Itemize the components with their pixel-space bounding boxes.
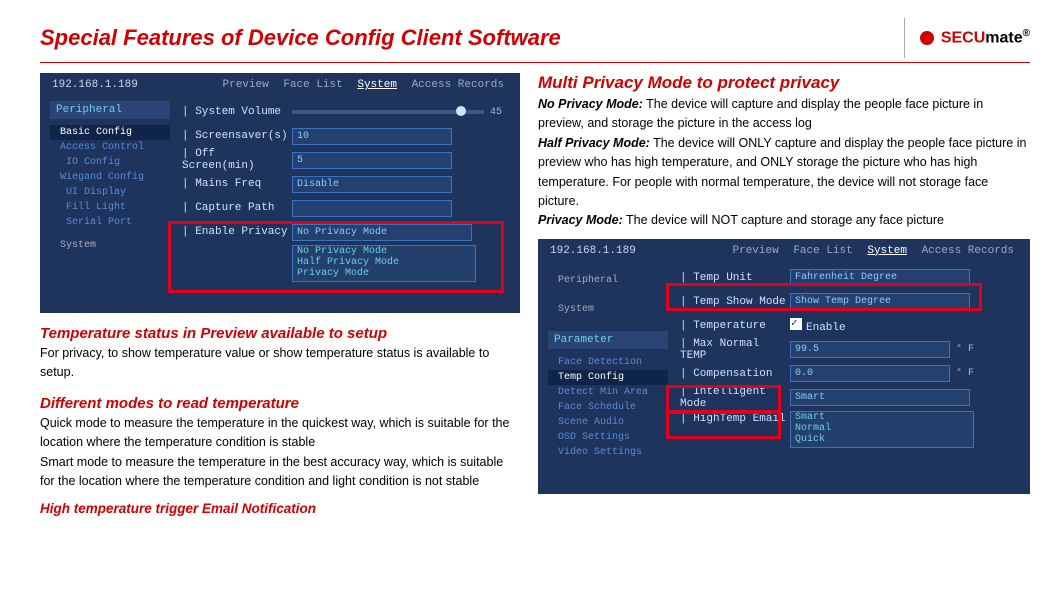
sidebar-item-fill[interactable]: Fill Light	[50, 200, 170, 215]
app-tabs: Preview Face List System Access Records	[219, 79, 509, 91]
highlight-hightemp-email	[666, 411, 781, 439]
intel-option[interactable]: Quick	[795, 434, 969, 445]
sidebar-item-access[interactable]: Access Control	[50, 140, 170, 155]
app-ip: 192.168.1.189	[52, 79, 138, 91]
label-volume: System Volume	[182, 106, 292, 118]
tab-preview[interactable]: Preview	[733, 245, 779, 257]
sidebar-header-parameter[interactable]: Parameter	[548, 331, 668, 349]
label-maxtemp: Max Normal TEMP	[680, 338, 790, 362]
highlight-tempshow	[666, 283, 982, 311]
section-multi-privacy: Multi Privacy Mode to protect privacy	[538, 73, 1030, 93]
desc-temp-status: For privacy, to show temperature value o…	[40, 344, 520, 383]
capturepath-input[interactable]	[292, 200, 452, 217]
highlight-intelligent	[666, 385, 781, 413]
temp-enable-checkbox[interactable]: Enable	[790, 318, 846, 334]
section-read-modes: Different modes to read temperature	[40, 395, 520, 412]
sidebar-item-osd[interactable]: OSD Settings	[548, 430, 668, 445]
sidebar-item-basic[interactable]: Basic Config	[50, 125, 170, 140]
sidebar: Peripheral Basic Config Access Control I…	[40, 93, 172, 309]
sidebar-item-peripheral[interactable]: Peripheral	[548, 273, 668, 288]
section-temp-status: Temperature status in Preview available …	[40, 325, 520, 342]
config-app-temp: 192.168.1.189 Preview Face List System A…	[538, 239, 1030, 494]
label-compensation: Compensation	[680, 368, 790, 380]
config-app-privacy: 192.168.1.189 Preview Face List System A…	[40, 73, 520, 313]
sidebar-item-ui[interactable]: UI Display	[50, 185, 170, 200]
label-offscreen: Off Screen(min)	[182, 148, 292, 172]
desc-privacy-modes: No Privacy Mode: The device will capture…	[538, 95, 1030, 231]
sidebar-item-tempconfig[interactable]: Temp Config	[548, 370, 668, 385]
sidebar-item-sceneaudio[interactable]: Scene Audio	[548, 415, 668, 430]
volume-value: 45	[490, 107, 502, 118]
tab-preview[interactable]: Preview	[223, 79, 269, 91]
compensation-input[interactable]: 0.0	[790, 365, 950, 382]
screensaver-select[interactable]: 10	[292, 128, 452, 145]
offscreen-select[interactable]: 5	[292, 152, 452, 169]
intel-option[interactable]: Smart	[795, 412, 969, 423]
sidebar-item-serial[interactable]: Serial Port	[50, 215, 170, 230]
tab-facelist[interactable]: Face List	[793, 245, 852, 257]
highlight-privacy	[168, 221, 504, 293]
desc-quick-mode: Quick mode to measure the temperature in…	[40, 414, 520, 453]
tab-system[interactable]: System	[357, 79, 397, 91]
app-ip: 192.168.1.189	[550, 245, 636, 257]
intelligent-select[interactable]: Smart	[790, 389, 970, 406]
label-screensaver: Screensaver(s)	[182, 130, 292, 142]
sidebar-header-peripheral[interactable]: Peripheral	[50, 101, 170, 119]
brand-bullet-icon	[920, 31, 934, 45]
label-mainsfreq: Mains Freq	[182, 178, 292, 190]
page-title: Special Features of Device Config Client…	[40, 25, 561, 51]
tab-system[interactable]: System	[867, 245, 907, 257]
brand: SECUmate®	[889, 18, 1030, 58]
label-capturepath: Capture Path	[182, 202, 292, 214]
mainsfreq-select[interactable]: Disable	[292, 176, 452, 193]
page-header: Special Features of Device Config Client…	[40, 18, 1030, 63]
tab-facelist[interactable]: Face List	[283, 79, 342, 91]
intel-option[interactable]: Normal	[795, 423, 969, 434]
maxtemp-input[interactable]: 99.5	[790, 341, 950, 358]
sidebar-item-minarea[interactable]: Detect Min Area	[548, 385, 668, 400]
sidebar-item-wiegand[interactable]: Wiegand Config	[50, 170, 170, 185]
volume-slider[interactable]	[292, 110, 484, 114]
sidebar-item-facedetect[interactable]: Face Detection	[548, 355, 668, 370]
sidebar-item-system[interactable]: System	[50, 238, 170, 253]
desc-smart-mode: Smart mode to measure the temperature in…	[40, 453, 520, 492]
tab-access[interactable]: Access Records	[412, 79, 504, 91]
tab-access[interactable]: Access Records	[922, 245, 1014, 257]
label-temperature: Temperature	[680, 320, 790, 332]
sidebar-item-faceschedule[interactable]: Face Schedule	[548, 400, 668, 415]
sidebar-item-video[interactable]: Video Settings	[548, 445, 668, 460]
sidebar-item-system[interactable]: System	[548, 302, 668, 317]
section-hightemp-email: High temperature trigger Email Notificat…	[40, 501, 520, 516]
sidebar-item-io[interactable]: IO Config	[50, 155, 170, 170]
